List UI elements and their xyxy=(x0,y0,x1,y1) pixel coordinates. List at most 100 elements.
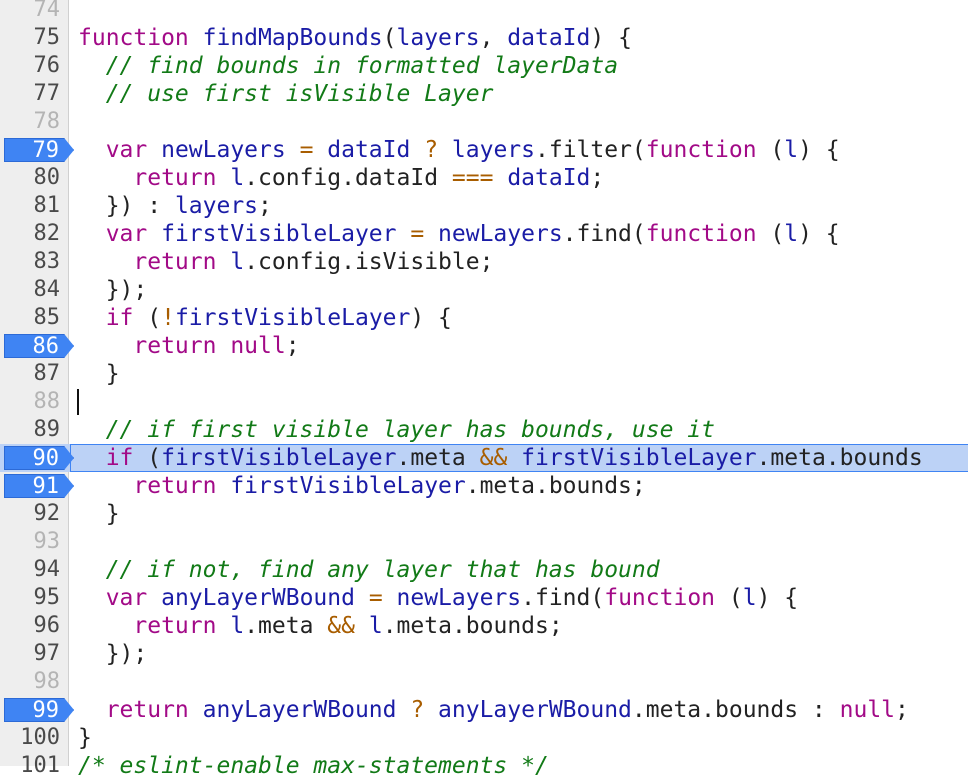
line-number[interactable]: 84 xyxy=(0,276,64,304)
code-line[interactable]: 74 xyxy=(0,0,968,24)
line-number[interactable]: 77 xyxy=(0,80,64,108)
code-line[interactable]: 85 if (!firstVisibleLayer) { xyxy=(0,304,968,332)
line-number[interactable]: 78 xyxy=(0,108,64,136)
code-token: ( xyxy=(382,25,397,51)
line-number-label: 96 xyxy=(33,613,61,638)
code-line[interactable]: 81 }) : layers; xyxy=(0,192,968,220)
code-token: layers xyxy=(396,25,480,51)
code-token: ( xyxy=(756,137,785,163)
line-number[interactable]: 74 xyxy=(0,0,64,24)
line-number-label: 98 xyxy=(33,669,61,694)
line-number[interactable]: 98 xyxy=(0,668,64,696)
code-line[interactable]: 92 } xyxy=(0,500,968,528)
code-token: // find bounds in formatted layerData xyxy=(78,53,619,79)
code-text: return firstVisibleLayer.meta.bounds; xyxy=(78,472,645,500)
code-token: layers xyxy=(174,193,259,219)
code-token: var xyxy=(78,221,162,247)
line-number[interactable]: 92 xyxy=(0,500,64,528)
code-token: } xyxy=(78,501,120,527)
line-number[interactable]: 85 xyxy=(0,304,64,332)
code-text: } xyxy=(78,360,120,388)
code-line[interactable]: 97 }); xyxy=(0,640,968,668)
code-token: === xyxy=(451,165,494,191)
code-token: null xyxy=(839,697,896,723)
code-text: var firstVisibleLayer = newLayers.find(f… xyxy=(78,220,840,248)
line-number[interactable]: 81 xyxy=(0,192,64,220)
code-token: dataId xyxy=(507,25,591,51)
breakpoint-marker[interactable]: 90 xyxy=(4,446,74,470)
code-line[interactable]: 95 var anyLayerWBound = newLayers.find(f… xyxy=(0,584,968,612)
code-line[interactable]: 78 xyxy=(0,108,968,136)
code-line[interactable]: 83 return l.config.isVisible; xyxy=(0,248,968,276)
breakpoint-marker[interactable]: 99 xyxy=(4,698,74,722)
line-number[interactable]: 82 xyxy=(0,220,64,248)
code-token: l xyxy=(230,249,245,275)
breakpoint-marker[interactable]: 91 xyxy=(4,474,74,498)
code-line[interactable]: 79 var newLayers = dataId ? layers.filte… xyxy=(0,136,968,164)
code-line[interactable]: 89 // if first visible layer has bounds,… xyxy=(0,416,968,444)
line-number[interactable]: 96 xyxy=(0,612,64,640)
code-line[interactable]: 76 // find bounds in formatted layerData xyxy=(0,52,968,80)
breakpoint-marker[interactable]: 86 xyxy=(4,334,74,358)
line-number[interactable]: 100 xyxy=(0,724,64,752)
code-line[interactable]: 84 }); xyxy=(0,276,968,304)
code-line[interactable]: 93 xyxy=(0,528,968,556)
code-editor[interactable]: 74 75 function findMapBounds(layers, dataI… xyxy=(0,0,968,779)
line-number-label: 95 xyxy=(33,585,61,610)
code-text: /* eslint-enable max-statements */ xyxy=(78,752,549,780)
code-text: // if first visible layer has bounds, us… xyxy=(78,416,715,444)
code-token: firstVisibleLayer xyxy=(161,221,397,247)
line-number[interactable]: 75 xyxy=(0,24,64,52)
code-token: if xyxy=(78,445,134,471)
code-token: ) { xyxy=(590,25,632,51)
code-text: // if not, find any layer that has bound xyxy=(78,556,660,584)
code-token: ) { xyxy=(410,305,452,331)
code-line[interactable]: 75 function findMapBounds(layers, dataId)… xyxy=(0,24,968,52)
line-number[interactable]: 88 xyxy=(0,388,64,416)
code-token: /* eslint-enable max-statements */ xyxy=(78,753,549,779)
line-number[interactable]: 97 xyxy=(0,640,64,668)
line-number[interactable]: 83 xyxy=(0,248,64,276)
code-line[interactable]: 101 /* eslint-enable max-statements */ xyxy=(0,752,968,780)
text-cursor xyxy=(77,389,79,415)
code-line[interactable]: 77 // use first isVisible Layer xyxy=(0,80,968,108)
line-number[interactable]: 89 xyxy=(0,416,64,444)
code-line[interactable]: 98 xyxy=(0,668,968,696)
line-number[interactable]: 76 xyxy=(0,52,64,80)
line-number-label: 88 xyxy=(33,389,61,414)
code-line[interactable]: 86 return null; xyxy=(0,332,968,360)
code-line[interactable]: 87 } xyxy=(0,360,968,388)
line-number-label: 79 xyxy=(32,138,60,163)
line-number[interactable]: 101 xyxy=(0,752,64,780)
code-text: var anyLayerWBound = newLayers.find(func… xyxy=(78,584,798,612)
code-line[interactable]: 80 return l.config.dataId === dataId; xyxy=(0,164,968,192)
code-line[interactable]: 94 // if not, find any layer that has bo… xyxy=(0,556,968,584)
line-number[interactable]: 93 xyxy=(0,528,64,556)
current-line[interactable]: 90 if (firstVisibleLayer.meta && firstVi… xyxy=(0,444,968,472)
code-line[interactable]: 82 var firstVisibleLayer = newLayers.fin… xyxy=(0,220,968,248)
code-token: return xyxy=(78,613,231,639)
code-token: ) { xyxy=(798,137,840,163)
code-line[interactable]: 91 return firstVisibleLayer.meta.bounds; xyxy=(0,472,968,500)
code-token: var xyxy=(78,585,162,611)
line-number[interactable]: 87 xyxy=(0,360,64,388)
code-token: .meta.bounds; xyxy=(382,613,563,639)
breakpoint-marker[interactable]: 79 xyxy=(4,138,74,162)
line-number-label: 86 xyxy=(32,334,60,359)
line-number[interactable]: 95 xyxy=(0,584,64,612)
code-token: newLayers xyxy=(161,137,286,163)
code-token: return xyxy=(78,249,231,275)
code-token: .meta.bounds : xyxy=(631,697,840,723)
code-token: l xyxy=(742,585,757,611)
code-token: = xyxy=(354,585,397,611)
line-number-label: 91 xyxy=(32,474,60,499)
line-number[interactable]: 94 xyxy=(0,556,64,584)
line-number[interactable]: 80 xyxy=(0,164,64,192)
code-line[interactable]: 100} xyxy=(0,724,968,752)
code-text: }); xyxy=(78,640,148,668)
code-line[interactable]: 99 return anyLayerWBound ? anyLayerWBoun… xyxy=(0,696,968,724)
code-line[interactable]: 96 return l.meta && l.meta.bounds; xyxy=(0,612,968,640)
code-line[interactable]: 88 xyxy=(0,388,968,416)
code-text: if (!firstVisibleLayer) { xyxy=(78,304,452,332)
